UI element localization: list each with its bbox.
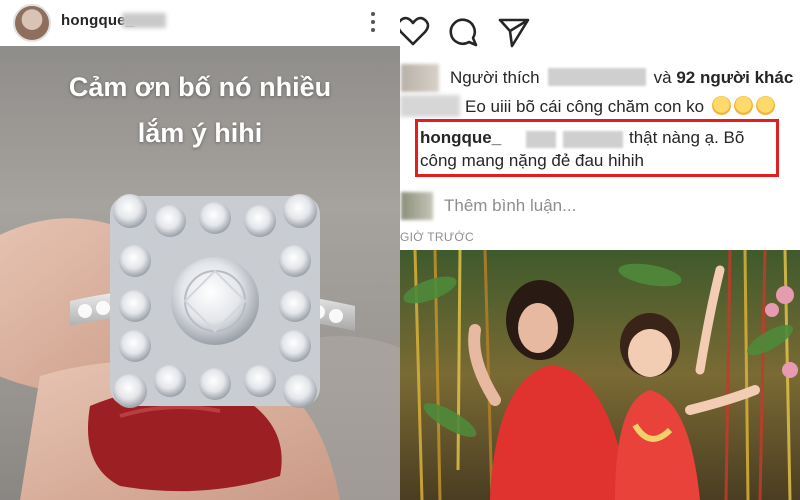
more-vertical-icon[interactable] xyxy=(366,8,380,36)
commenter-redaction xyxy=(400,95,460,117)
likes-summary[interactable]: Người thích và 92 người khác xyxy=(450,68,793,88)
likes-row: Người thích và 92 người khác xyxy=(400,60,800,94)
avatar xyxy=(401,192,433,220)
mention-redaction xyxy=(563,131,623,148)
smile-emoji-icon xyxy=(711,96,731,115)
comment-text: Eo uiii bõ cái công chăm con ko xyxy=(465,96,775,117)
story-photo: Cảm ơn bố nó nhiều lắm ý hihi xyxy=(0,46,400,500)
likes-count[interactable]: 92 người khác xyxy=(676,68,793,87)
reply-username[interactable]: hongque_ xyxy=(420,128,501,148)
reply-text: thật nàng ạ. Bõ xyxy=(629,128,745,147)
heart-icon[interactable] xyxy=(400,15,430,49)
comment-row: Eo uiii bõ cái công chăm con ko xyxy=(400,92,800,120)
username-redaction xyxy=(122,13,166,28)
likes-conjunction: và xyxy=(653,68,672,87)
post-photo xyxy=(400,250,800,500)
post-panel: Người thích và 92 người khác Eo uiii bõ c… xyxy=(400,0,800,500)
likes-prefix: Người thích xyxy=(450,68,540,87)
liker-avatar xyxy=(401,64,439,92)
liker-name-redaction xyxy=(547,68,646,86)
username-redaction xyxy=(526,131,556,148)
smile-emoji-icon xyxy=(733,96,753,115)
story-caption: Cảm ơn bố nó nhiều lắm ý hihi xyxy=(0,64,400,156)
comment-body: Eo uiii bõ cái công chăm con ko xyxy=(465,97,705,116)
post-timestamp: GIỜ TRƯỚC xyxy=(400,230,474,244)
story-panel: hongque_ Cảm ơn bố nó nhiều lắm ý hihi xyxy=(0,0,400,500)
share-icon[interactable] xyxy=(497,15,531,49)
family-photo-graphic xyxy=(400,250,800,500)
avatar[interactable] xyxy=(13,4,51,42)
smile-emoji-icon xyxy=(755,96,775,115)
caption-line: lắm ý hihi xyxy=(137,118,263,148)
add-comment-row xyxy=(400,188,800,224)
story-header: hongque_ xyxy=(0,0,400,46)
comment-icon[interactable] xyxy=(446,15,480,49)
add-comment-input[interactable] xyxy=(444,194,784,218)
reply-text: công mang nặng đẻ đau hihih xyxy=(420,151,645,170)
caption-line: Cảm ơn bố nó nhiều xyxy=(68,72,332,102)
